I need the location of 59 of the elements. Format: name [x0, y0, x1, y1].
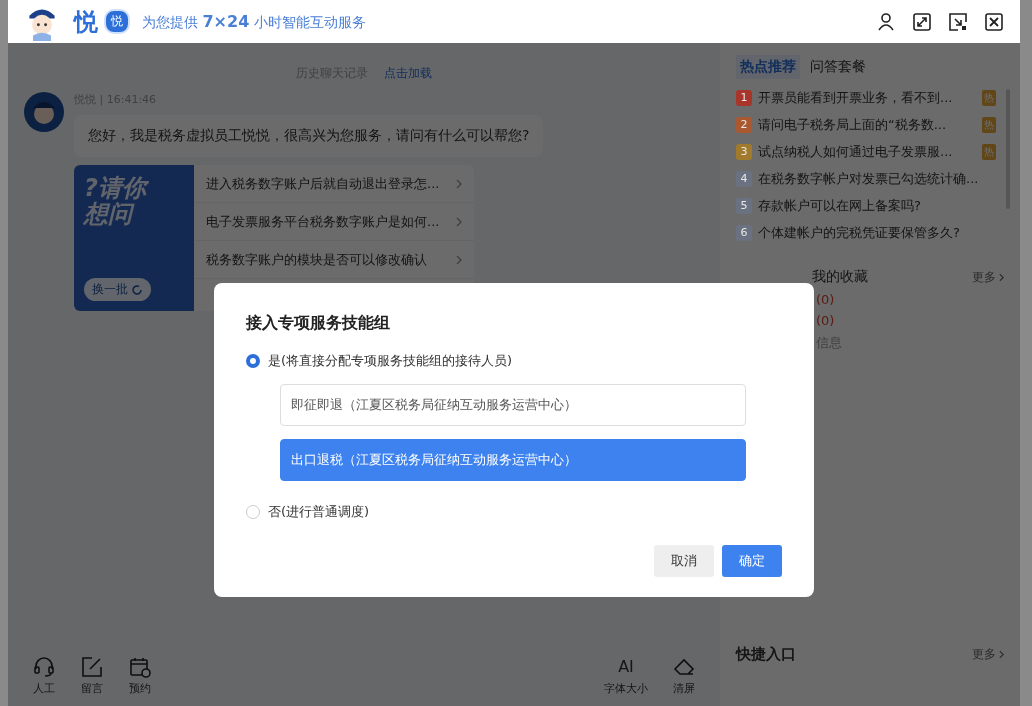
skill-group-option[interactable]: 出口退税（江夏区税务局征纳互动服务运营中心）: [280, 439, 746, 481]
suggested-question[interactable]: 电子发票服务平台税务数字账户是如何...: [194, 203, 474, 241]
brand-badge: 悦: [104, 9, 130, 34]
hot-question[interactable]: 存款帐户可以在网上备案吗?: [758, 197, 996, 215]
brand-name: 悦: [74, 6, 98, 38]
load-history-link[interactable]: 点击加载: [384, 65, 432, 82]
minimize-icon[interactable]: [948, 11, 968, 32]
rank-badge: 2: [736, 117, 752, 133]
hot-tag: 热: [982, 90, 996, 106]
skill-group-option[interactable]: 即征即退（江夏区税务局征纳互动服务运营中心）: [280, 384, 746, 426]
rank-badge: 5: [736, 198, 752, 214]
more-link[interactable]: 更多: [972, 268, 1004, 286]
hot-question[interactable]: 试点纳税人如何通过电子发票服...: [758, 143, 976, 161]
more-link[interactable]: 更多: [972, 646, 1004, 663]
chevron-icon: [456, 255, 462, 265]
expand-icon[interactable]: [912, 11, 932, 32]
edit-icon: [80, 655, 104, 679]
chevron-icon: [456, 217, 462, 227]
bot-avatar: [24, 92, 64, 132]
dialog-title: 接入专项服务技能组: [246, 313, 391, 334]
confirm-button[interactable]: 确定: [722, 545, 782, 577]
clear-button[interactable]: 清屏: [668, 655, 700, 696]
hot-question[interactable]: 在税务数字帐户对发票已勾选统计确...: [758, 170, 996, 188]
radio-option[interactable]: 否(进行普通调度): [246, 499, 782, 525]
calendar-icon: [128, 655, 152, 679]
favorite-count: (0): [816, 292, 836, 307]
hot-tag: 热: [982, 144, 996, 160]
headset-button[interactable]: 人工: [28, 655, 60, 696]
user-icon[interactable]: [876, 11, 896, 32]
rank-badge: 3: [736, 144, 752, 160]
banner-title: ?请你想问: [84, 175, 164, 228]
panel-tab[interactable]: 热点推荐: [736, 55, 800, 79]
chevron-icon: [456, 179, 462, 189]
hot-question[interactable]: 请问电子税务局上面的“税务数...: [758, 116, 976, 134]
suggested-question[interactable]: 进入税务数字账户后就自动退出登录怎...: [194, 165, 474, 203]
slogan: 为您提供 7×24 小时智能互动服务: [142, 11, 366, 32]
radio-option[interactable]: 是(将直接分配专项服务技能组的接待人员): [246, 348, 782, 374]
favorites-title: 我的收藏: [812, 268, 868, 286]
hot-tag: 热: [982, 117, 996, 133]
message-bubble: 您好，我是税务虚拟员工悦悦，很高兴为您服务，请问有什么可以帮您?: [74, 115, 544, 157]
edit-button[interactable]: 留言: [76, 655, 108, 696]
quick-entry-title: 快捷入口: [736, 645, 796, 664]
hot-question[interactable]: 开票员能看到开票业务，看不到...: [758, 89, 976, 107]
rank-badge: 6: [736, 225, 752, 241]
font-size-button[interactable]: AI 字体大小: [600, 655, 652, 696]
rank-badge: 1: [736, 90, 752, 106]
close-icon[interactable]: [984, 11, 1004, 32]
chevron-icon: [999, 272, 1004, 282]
rank-badge: 4: [736, 171, 752, 187]
suggested-question[interactable]: 税务数字账户的模块是否可以修改确认: [194, 241, 474, 279]
hot-question[interactable]: 个体建帐户的完税凭证要保管多久?: [758, 224, 996, 242]
favorite-count: (0): [816, 313, 836, 328]
refresh-icon: [131, 283, 143, 296]
panel-tab[interactable]: 问答套餐: [806, 55, 870, 79]
headset-icon: [32, 655, 56, 679]
chevron-icon: [999, 650, 1004, 659]
refresh-button[interactable]: 换一批: [84, 278, 151, 301]
cancel-button[interactable]: 取消: [654, 545, 714, 577]
calendar-button[interactable]: 预约: [124, 655, 156, 696]
